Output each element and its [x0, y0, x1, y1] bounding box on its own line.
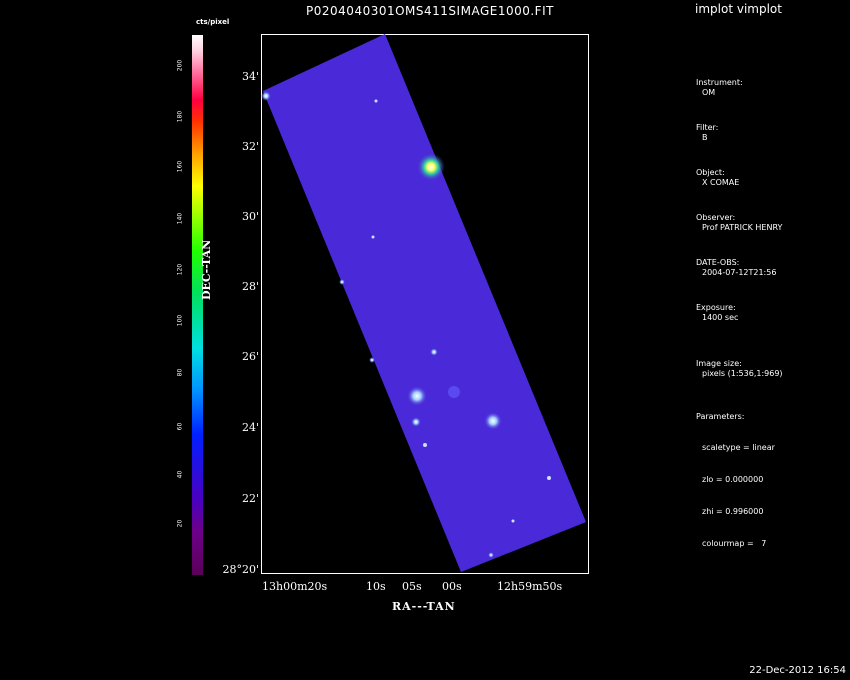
star: [339, 279, 345, 285]
colorbar-tick: 20: [176, 519, 184, 528]
star: [411, 417, 421, 427]
colorbar-tick: 140: [176, 212, 184, 225]
star: [371, 235, 375, 239]
y-tick: 32': [241, 140, 259, 153]
imagesize-label: Image size:: [696, 359, 742, 368]
object-label: Object:: [696, 168, 725, 177]
observer-value: Prof PATRICK HENRY: [702, 223, 783, 232]
app-title: implot vimplot: [695, 2, 782, 16]
params-label: Parameters:: [696, 412, 745, 421]
star: [407, 386, 427, 406]
exposure-value: 1400 sec: [702, 313, 739, 322]
y-tick: 22': [241, 492, 259, 505]
colorbar-tick: 160: [176, 160, 184, 173]
colorbar: [192, 35, 203, 575]
instrument-value: OM: [702, 88, 716, 97]
x-tick: 10s: [366, 580, 386, 593]
x-tick: 12h59m50s: [497, 580, 563, 593]
faint-galaxy: [448, 386, 460, 398]
x-tick: 13h00m20s: [262, 580, 328, 593]
star: [511, 519, 515, 523]
colorbar-tick: 200: [176, 59, 184, 72]
y-axis-label: DEC--TAN: [200, 239, 213, 300]
sky-image: [261, 34, 586, 572]
colorbar-unit: cts/pixel: [196, 18, 230, 26]
observer-label: Observer:: [696, 213, 736, 222]
colorbar-tick: 120: [176, 263, 184, 276]
filter-label: Filter:: [696, 123, 719, 132]
y-tick: 28°20': [222, 563, 259, 576]
object-value: X COMAE: [702, 178, 740, 187]
star: [261, 91, 271, 101]
instrument-label: Instrument:: [696, 78, 743, 87]
image-footprint: [263, 34, 586, 572]
colourmap-value: colourmap = 7: [702, 539, 767, 548]
dateobs-label: DATE-OBS:: [696, 258, 740, 267]
bright-star: [417, 153, 445, 181]
y-tick: 28': [241, 280, 259, 293]
render-date: 22-Dec-2012 16:54: [749, 665, 846, 676]
star: [369, 357, 375, 363]
image-filename: P0204040301OMS411SIMAGE1000.FIT: [306, 4, 554, 18]
zhi-value: zhi = 0.996000: [702, 507, 764, 516]
colorbar-ticks: 20 40 60 80 100 120 140 160 180 200: [170, 35, 192, 575]
star: [488, 552, 494, 558]
x-tick: 00s: [442, 580, 462, 593]
colorbar-tick: 180: [176, 110, 184, 123]
dateobs-value: 2004-07-12T21:56: [702, 268, 777, 277]
star: [374, 99, 378, 103]
y-tick: 24': [241, 421, 259, 434]
exposure-label: Exposure:: [696, 303, 736, 312]
colorbar-tick: 80: [176, 368, 184, 377]
star: [430, 348, 438, 356]
star: [484, 412, 502, 430]
colorbar-tick: 60: [176, 422, 184, 431]
x-axis-label: RA---TAN: [392, 600, 456, 613]
filter-value: B: [702, 133, 708, 142]
colorbar-tick: 40: [176, 470, 184, 479]
imagesize-value: pixels (1:536,1:969): [702, 369, 783, 378]
y-tick: 34': [241, 70, 259, 83]
y-tick: 26': [241, 350, 259, 363]
x-tick: 05s: [402, 580, 422, 593]
zlo-value: zlo = 0.000000: [702, 475, 764, 484]
colorbar-tick: 100: [176, 314, 184, 327]
scaletype-value: scaletype = linear: [702, 443, 775, 452]
star: [423, 443, 427, 447]
star: [547, 476, 551, 480]
x-ticks: 13h00m20s 10s 05s 00s 12h59m50s: [0, 580, 850, 598]
info-panel: Instrument: OM Filter: B Object: X COMAE Ob…: [696, 58, 783, 585]
y-tick: 30': [241, 210, 259, 223]
